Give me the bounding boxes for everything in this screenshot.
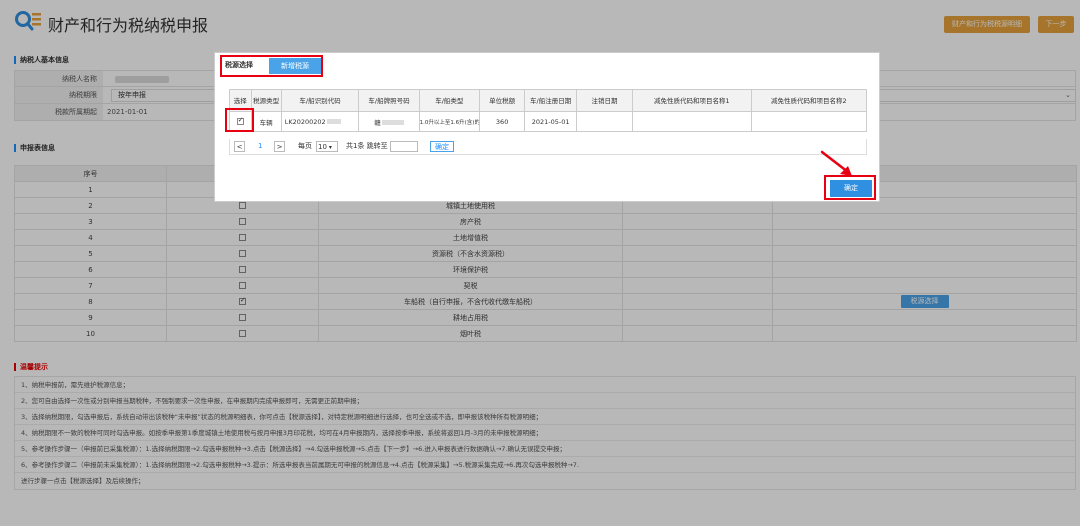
tax-source-header-row: 选择 税源类型 车/船识别代码 车/船牌照号码 车/船类型 单位税额 车/船注册…	[229, 89, 868, 112]
source-type-cell: 车辆	[250, 111, 282, 132]
col-vehicle-type: 车/船类型	[418, 89, 481, 112]
per-page-label: 每页	[298, 142, 312, 150]
jump-page-input[interactable]	[390, 141, 418, 152]
col-relief-2: 减免性质代码和项目名称2	[750, 89, 868, 112]
per-page-value: 10	[318, 143, 327, 151]
unit-tax-cell: 360	[478, 111, 526, 132]
col-plate: 车/船牌照号码	[358, 89, 420, 112]
next-page-button[interactable]: >	[274, 141, 285, 152]
highlight-box-checkbox	[225, 108, 254, 132]
highlight-box-ok: 确定	[824, 175, 876, 200]
reg-date-cell: 2021-05-01	[524, 111, 577, 132]
vin-redacted	[326, 119, 341, 124]
pager-summary: 共1条 跳转至	[346, 142, 388, 150]
confirm-ok-button[interactable]: 确定	[830, 180, 872, 197]
col-source-type: 税源类型	[250, 89, 282, 112]
vin-cell: LK20200202	[280, 111, 360, 132]
chevron-down-icon: ▾	[326, 144, 332, 151]
plate-redacted	[381, 120, 404, 125]
pagination: < 1 > 每页 10 ▾ 共1条 跳转至 确定	[229, 139, 867, 155]
vehicle-type-cell: 1.0升以上至1.6升(含)的	[418, 111, 481, 132]
table-row: 车辆 LK20200202 赣 1.0升以上至1.6升(含)的 360 2021…	[229, 111, 868, 132]
highlight-box-tabs	[220, 55, 323, 77]
page-number[interactable]: 1	[258, 141, 262, 152]
plate-cell: 赣	[358, 111, 420, 132]
tax-source-table: 选择 税源类型 车/船识别代码 车/船牌照号码 车/船类型 单位税额 车/船注册…	[229, 89, 868, 132]
relief-1-cell	[632, 111, 752, 132]
prev-page-button[interactable]: <	[234, 141, 245, 152]
col-vin: 车/船识别代码	[280, 89, 360, 112]
cancel-date-cell	[575, 111, 634, 132]
plate-value: 赣	[374, 118, 381, 127]
col-cancel-date: 注销日期	[575, 89, 634, 112]
col-unit-tax: 单位税额	[478, 89, 526, 112]
per-page-select[interactable]: 10 ▾	[316, 141, 338, 152]
relief-2-cell	[750, 111, 868, 132]
jump-confirm-button[interactable]: 确定	[430, 141, 454, 152]
col-relief-1: 减免性质代码和项目名称1	[632, 89, 752, 112]
vin-value: LK20200202	[284, 117, 326, 126]
col-reg-date: 车/船注册日期	[524, 89, 577, 112]
